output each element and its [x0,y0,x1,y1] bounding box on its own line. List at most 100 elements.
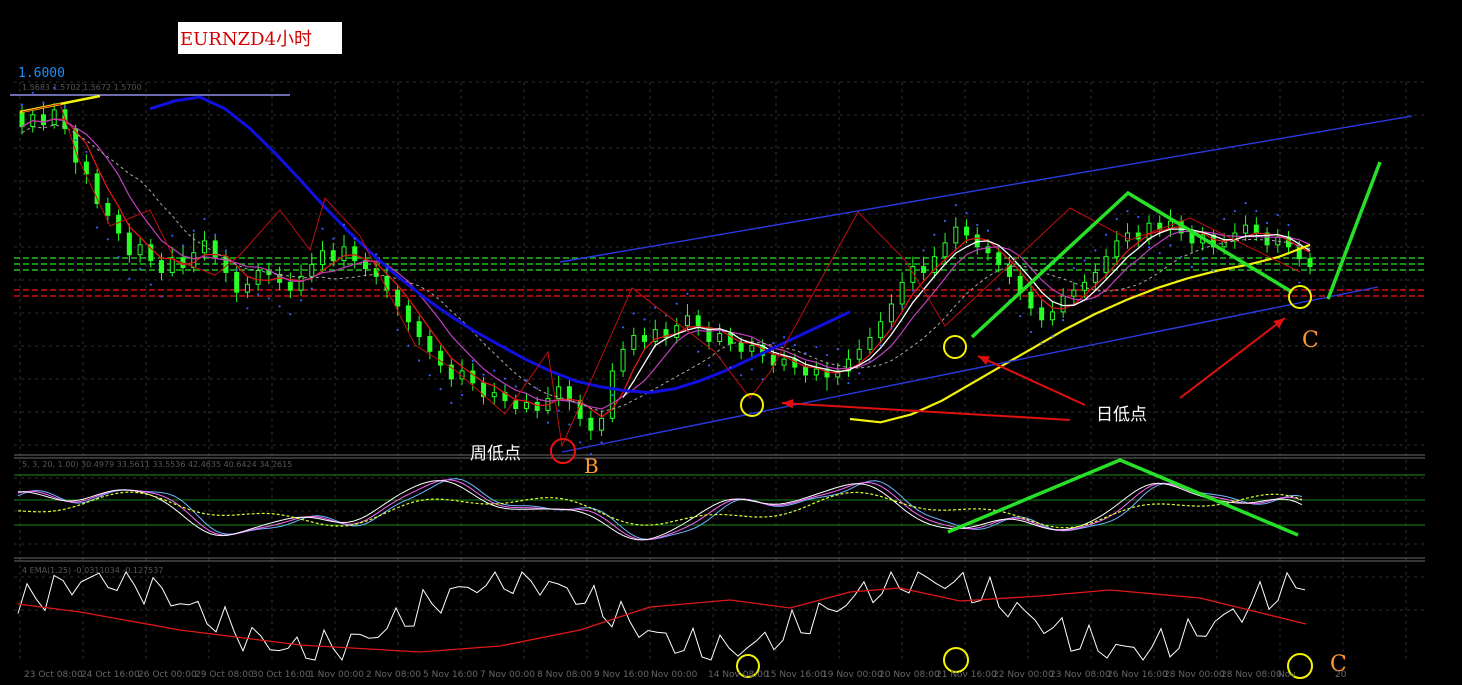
candle-body [899,281,905,305]
envelope-dot [160,295,163,298]
envelope-dot [911,289,914,292]
envelope-dot [514,385,517,388]
candle-body [1028,291,1034,309]
ma-blue-line [149,95,851,395]
envelope-dot [836,347,839,351]
envelope-dot [471,359,474,362]
candle-body [1071,289,1077,297]
envelope-dot [117,255,120,259]
price-chart: 1.6000 1.5683 1.5702 1.5672 1.5700 周低点 日低点 B… [10,66,1425,680]
envelope-dot [299,299,303,302]
candle-body [427,336,433,352]
candle-body [105,202,111,216]
envelope-dot [632,312,635,315]
envelope-dot [85,150,88,154]
envelope-dot [310,287,313,290]
envelope-dot [128,277,131,280]
envelope-dot [342,223,346,226]
candle-body [384,275,390,291]
envelope-dot [267,297,270,300]
candle-body [1253,224,1259,234]
arrow-to-low [781,402,1071,421]
envelope-dot [106,238,109,241]
envelope-dot [203,217,206,221]
envelope-dot [740,374,743,377]
candle-body [330,250,336,262]
candle-body [996,252,1002,266]
x-axis-label: Nov 00:00 [651,670,698,680]
daily-low-label: 日低点 [1096,405,1147,425]
envelope-dot [1287,223,1290,226]
candle-body [684,315,690,327]
stoch-info: 5, 3, 20, 1.00) 30.4979 33.5611 33.5536 … [22,460,292,469]
envelope-dot [20,103,24,106]
envelope-dot [793,343,796,347]
x-axis-label: 22 Nov 00:00 [993,670,1054,680]
x-axis-label: 7 Nov 00:00 [480,670,535,680]
weekly-low-label: 周低点 [470,444,521,464]
envelope-dot [965,211,968,215]
envelope-dot [1104,233,1108,236]
candle-body [416,321,422,338]
candle-body [599,417,605,431]
envelope-dot [214,233,217,236]
candle-body [878,321,884,339]
envelope-dot [847,382,850,385]
candle-body [631,335,637,350]
envelope-dot [1029,330,1033,334]
candle-body [1039,307,1045,321]
envelope-dot [192,229,195,232]
envelope-dot [1255,209,1258,213]
candle-body [287,281,293,291]
candle-body [942,242,948,258]
envelope-dot [96,226,99,229]
envelope-dot [686,292,689,295]
x-axis-label: 20 [1335,670,1347,680]
envelope-dot [1223,217,1226,221]
envelope-dot [1158,252,1161,255]
envelope-dot [1040,342,1043,345]
candle-body [867,337,873,350]
candle-body [1307,258,1313,268]
envelope-dot [428,374,431,377]
envelope-dot [643,318,646,321]
envelope-dot [257,293,260,296]
candle-body [395,289,401,307]
x-axis-label: 26 Oct 00:00 [138,670,197,680]
candle-body [405,305,411,323]
candle-body [674,325,680,339]
x-axis-label: Nov [1278,670,1296,680]
candle-body [813,368,819,376]
point-b-label: B [584,454,599,478]
x-axis-label: 15 Nov 16:00 [765,670,826,680]
envelope-dot [954,204,957,207]
chart-title: EURNZD4小时 [180,29,313,50]
x-axis-label: 2 Nov 08:00 [366,670,421,680]
envelope-dot [1298,281,1301,284]
candle-body [201,240,207,254]
envelope-dot [707,364,711,367]
low-circle [943,335,967,359]
x-axis-label: 29 Oct 08:00 [195,670,254,680]
envelope-dot [1083,259,1086,262]
candle-body [191,252,197,269]
envelope-dot [396,328,399,332]
envelope-dot [418,359,421,362]
candle-body [255,269,261,285]
dotted-envelope [20,86,1312,456]
candle-body [352,246,358,262]
candle-body [513,400,519,409]
envelope-dot [235,269,238,272]
candle-body [1146,222,1152,240]
candle-body [642,335,648,342]
candle-body [749,344,755,352]
envelope-dot [1019,315,1022,318]
envelope-dot [31,91,34,94]
envelope-dot [579,441,582,444]
stoch-line-magenta [17,479,1303,541]
envelope-dot [1137,215,1140,219]
x-axis: 23 Oct 08:0024 Oct 16:0026 Oct 00:0029 O… [24,670,1347,680]
envelope-dot [825,353,829,357]
candle-body [51,109,57,126]
x-axis-label: 1 Nov 00:00 [309,670,364,680]
